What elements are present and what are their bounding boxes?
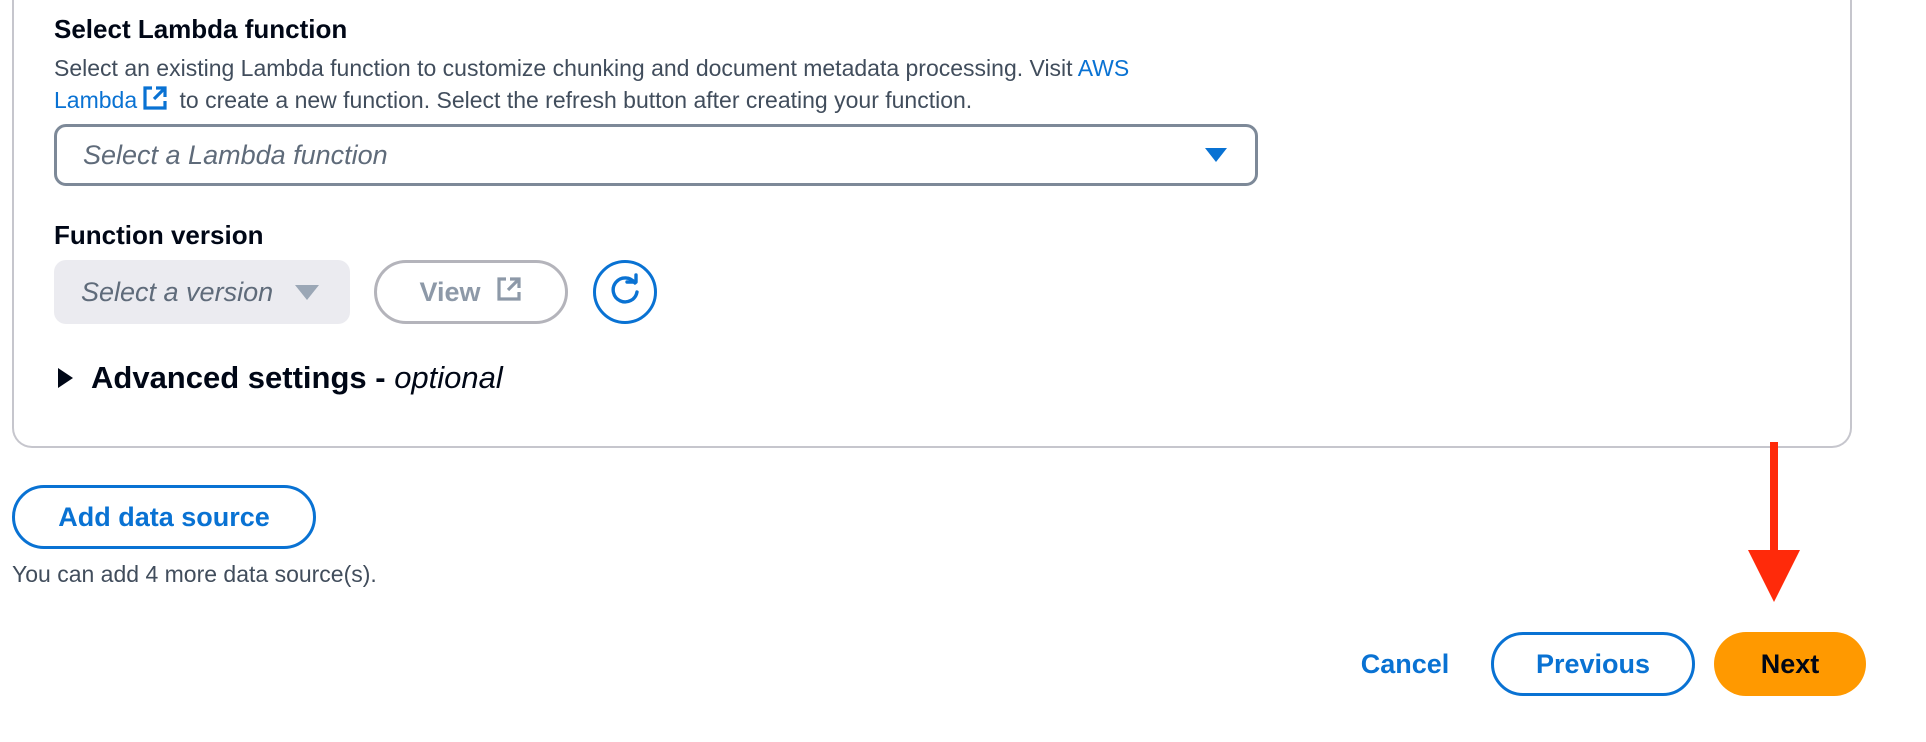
caret-right-icon: [58, 368, 73, 388]
view-button[interactable]: View: [374, 260, 568, 324]
optional-text: optional: [394, 360, 503, 395]
lambda-function-description: Select an existing Lambda function to cu…: [54, 52, 1274, 120]
external-link-icon[interactable]: [141, 84, 169, 120]
version-select-placeholder: Select a version: [81, 276, 274, 307]
caret-down-icon: [1205, 148, 1227, 162]
refresh-icon: [607, 272, 643, 313]
refresh-button[interactable]: [593, 260, 657, 324]
page: Select Lambda function Select an existin…: [0, 0, 1926, 742]
lambda-link[interactable]: Lambda: [54, 87, 137, 113]
lambda-function-select[interactable]: Select a Lambda function: [54, 124, 1258, 186]
description-prefix: Select an existing Lambda function to cu…: [54, 55, 1078, 81]
next-button[interactable]: Next: [1714, 632, 1866, 696]
previous-button[interactable]: Previous: [1491, 632, 1695, 696]
caret-down-icon: [295, 284, 320, 300]
aws-link[interactable]: AWS: [1078, 55, 1130, 81]
function-version-select[interactable]: Select a version: [54, 260, 350, 324]
add-data-source-button[interactable]: Add data source: [12, 485, 316, 549]
view-button-label: View: [419, 276, 481, 307]
lambda-function-label: Select Lambda function: [54, 14, 348, 44]
description-suffix: to create a new function. Select the ref…: [173, 87, 973, 113]
cancel-button[interactable]: Cancel: [1330, 632, 1480, 696]
advanced-settings-toggle[interactable]: Advanced settings - optional: [58, 360, 503, 396]
external-link-icon: [495, 275, 523, 310]
function-version-label: Function version: [54, 220, 264, 250]
red-arrow-icon: [1748, 442, 1800, 602]
lambda-select-placeholder: Select a Lambda function: [83, 139, 388, 170]
advanced-settings-label: Advanced settings - optional: [91, 360, 503, 396]
data-source-limit-hint: You can add 4 more data source(s).: [12, 561, 377, 587]
advanced-label-text: Advanced settings -: [91, 360, 395, 395]
